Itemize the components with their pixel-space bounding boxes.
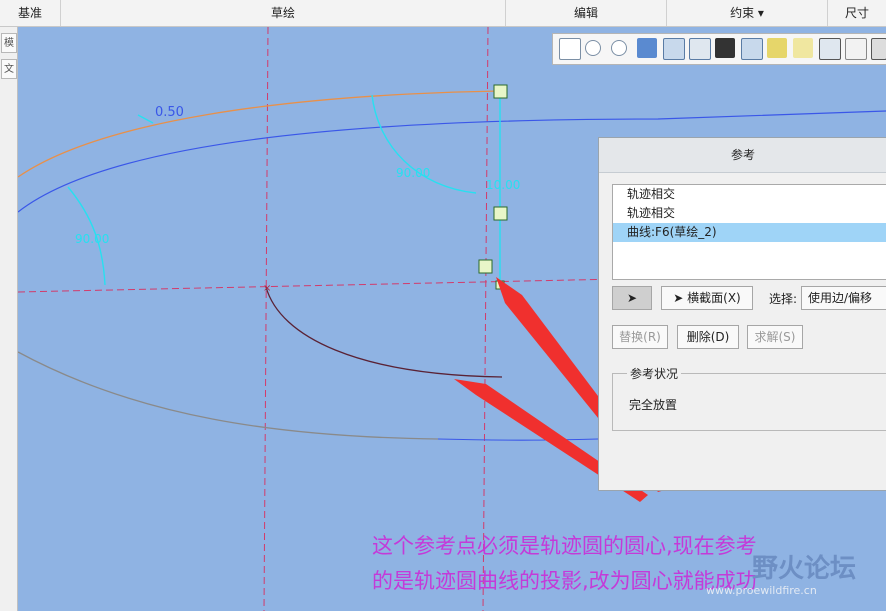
- vertical-centerline-left: [263, 27, 269, 611]
- spin-center-icon[interactable]: [793, 38, 813, 58]
- graphics-toolbar: [552, 33, 886, 65]
- trajectory-arc: [265, 286, 503, 378]
- blue-lower-curve: [437, 438, 599, 441]
- reference-item[interactable]: 轨迹相交: [613, 185, 886, 204]
- saved-views-icon[interactable]: [689, 38, 711, 60]
- zoom-out-icon[interactable]: [611, 40, 627, 56]
- annotation-line-1: 这个参考点必须是轨迹圆的圆心,现在参考: [372, 534, 757, 558]
- perspective-icon[interactable]: [741, 38, 763, 60]
- cursor-icon: ➤: [626, 291, 638, 305]
- repaint-icon[interactable]: [637, 38, 657, 58]
- dim-offset-leader: [137, 114, 154, 124]
- vertical-centerline-right: [482, 27, 489, 611]
- zoom-in-icon[interactable]: [585, 40, 601, 56]
- forum-watermark-url: www.proewildfire.cn: [706, 584, 817, 597]
- forum-watermark-title: 野火论坛: [752, 554, 857, 584]
- references-dialog: 参考 轨迹相交 轨迹相交 曲线:F6(草绘_2) ➤ ➤ 横截面(X) 选择: …: [598, 137, 886, 491]
- replace-button[interactable]: 替换(R): [612, 325, 668, 349]
- navigator-tab-2[interactable]: 文: [1, 59, 17, 79]
- annotation-display-icon[interactable]: [819, 38, 841, 60]
- cursor-icon: ➤: [673, 291, 688, 305]
- select-reference-button[interactable]: ➤: [612, 286, 652, 310]
- navigator-tab[interactable]: 模型树: [1, 33, 17, 53]
- ribbon-group-constrain[interactable]: 约束 ▾: [667, 0, 828, 26]
- horizontal-centerline: [18, 278, 619, 293]
- solve-button[interactable]: 求解(S): [747, 325, 803, 349]
- references-list[interactable]: 轨迹相交 轨迹相交 曲线:F6(草绘_2): [612, 184, 886, 280]
- point-marker-low[interactable]: [478, 259, 493, 274]
- reference-status-text: 完全放置: [629, 398, 678, 412]
- delete-button[interactable]: 删除(D): [677, 325, 739, 349]
- sketch-display-icon[interactable]: [845, 38, 867, 60]
- reference-status-group: 参考状况 完全放置: [612, 365, 886, 431]
- dimension-vertical[interactable]: 10.00: [486, 178, 520, 192]
- refit-icon[interactable]: [559, 38, 581, 60]
- point-marker-top[interactable]: [493, 84, 508, 99]
- dimension-offset[interactable]: 0.50: [155, 105, 184, 120]
- reference-status-title: 参考状况: [627, 365, 682, 382]
- ribbon-group-dimension[interactable]: 尺寸: [828, 0, 886, 26]
- ribbon-group-bar: 基准 草绘 编辑 约束 ▾ 尺寸: [0, 0, 886, 27]
- cross-section-button[interactable]: ➤ 横截面(X): [661, 286, 753, 310]
- select-filter-dropdown[interactable]: 使用边/偏移: [801, 286, 886, 310]
- view-manager-icon[interactable]: [715, 38, 735, 58]
- ribbon-group-datum[interactable]: 基准: [0, 0, 61, 26]
- orange-curve: [18, 90, 501, 178]
- navigator-strip: 模型树 文: [0, 27, 18, 611]
- display-style-icon[interactable]: [663, 38, 685, 60]
- ribbon-group-sketch[interactable]: 草绘: [61, 0, 506, 26]
- dialog-title: 参考: [599, 138, 886, 173]
- sketcher-grid-icon[interactable]: [871, 38, 886, 60]
- cross-section-label: 横截面(X): [687, 291, 741, 305]
- annotation-line-2: 的是轨迹圆曲线的投影,改为圆心就能成功: [372, 569, 757, 593]
- dimension-angle-left[interactable]: 90.00: [75, 232, 109, 246]
- datum-display-icon[interactable]: [767, 38, 787, 58]
- select-label: 选择:: [769, 292, 798, 306]
- point-marker-mid[interactable]: [493, 206, 508, 221]
- reference-item[interactable]: 轨迹相交: [613, 204, 886, 223]
- marker-x: ×: [263, 283, 271, 294]
- dimension-angle-top[interactable]: 90.00: [396, 166, 430, 180]
- ribbon-group-edit[interactable]: 编辑: [506, 0, 667, 26]
- reference-item-selected[interactable]: 曲线:F6(草绘_2): [613, 223, 886, 242]
- gray-curve: [18, 351, 439, 440]
